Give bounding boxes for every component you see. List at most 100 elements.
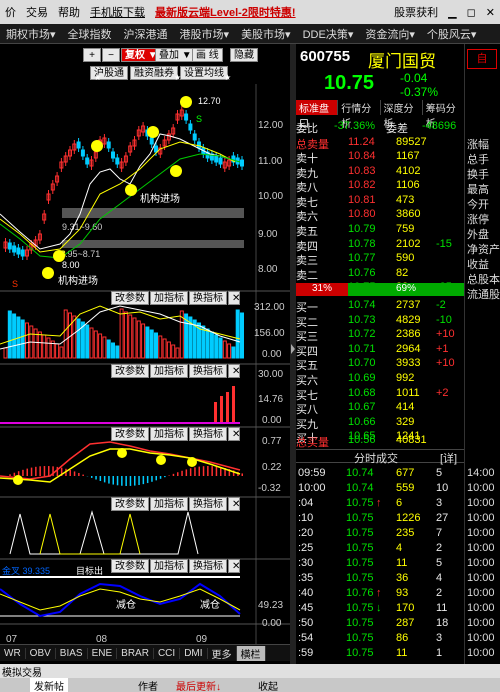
macd-add-indicator-button[interactable]: 加指标 <box>150 427 188 441</box>
tick-count: 7 <box>436 527 443 539</box>
buy-order-row[interactable]: 买三 10.72 2386 +10 <box>296 328 464 343</box>
sig-add-indicator-button[interactable]: 加指标 <box>150 497 188 511</box>
macd-switch-indicator-button[interactable]: 换指标 <box>189 427 227 441</box>
sell-signal-label: S <box>196 114 202 124</box>
high-price-label: 12.70 <box>198 96 221 106</box>
new-post-button[interactable]: 发新帖 <box>30 678 68 692</box>
buy-level-volume: 4829 <box>396 313 421 326</box>
buy-order-row[interactable]: 买五 10.70 3933 +10 <box>296 357 464 372</box>
sell-order-row[interactable]: 卖三 10.77 590 <box>296 252 464 267</box>
macd-bar <box>155 476 157 481</box>
menu-promo-link[interactable]: 最新版云端Level-2限时特惠! <box>150 4 301 20</box>
volume-bar <box>141 323 146 359</box>
kdj-edit-params-button[interactable]: 改参数 <box>111 559 149 573</box>
tab-ene[interactable]: ENE <box>88 647 118 659</box>
buy-level-volume: 2737 <box>396 299 421 311</box>
tab-obv[interactable]: OBV <box>26 647 56 659</box>
sell-order-row[interactable]: 卖六 10.80 3860 <box>296 208 464 223</box>
add-stock-button[interactable]: 自 <box>467 49 497 69</box>
buy-level-label: 买八 <box>296 404 318 417</box>
sig-close-button[interactable]: ✕ <box>228 497 240 511</box>
sell-level-label: 卖五 <box>296 226 318 238</box>
buy-level-label: 买六 <box>296 375 318 387</box>
buy-level-volume: 2964 <box>396 342 421 355</box>
close-icon[interactable]: ✕ <box>481 6 500 19</box>
sell-order-row[interactable]: 卖五 10.79 759 <box>296 223 464 238</box>
buy-order-row[interactable]: 买四 10.71 2964 +1 <box>296 342 464 358</box>
sell-order-row[interactable]: 卖十 10.84 1167 <box>296 150 464 165</box>
vol-add-indicator-button[interactable]: 加指标 <box>150 291 188 305</box>
macd-bar <box>198 466 200 476</box>
tab-more[interactable]: 更多 <box>208 645 237 661</box>
sig-switch-indicator-button[interactable]: 换指标 <box>189 497 227 511</box>
menu-stock-profit[interactable]: 股票获利 <box>389 4 443 20</box>
tab-stock-wind[interactable]: 个股风云▾ <box>421 26 483 42</box>
chart-area[interactable]: + − 复权 ▼ 叠加 ▼ 画 线 隐藏 沪股通 融资融券 设置均线 12.00… <box>0 44 290 664</box>
tab-fund-flow[interactable]: 资金流向▾ <box>359 26 421 42</box>
tab-options-market[interactable]: 期权市场▾ <box>0 26 62 42</box>
tab-hk-market[interactable]: 港股市场▾ <box>174 26 236 42</box>
kdj-add-indicator-button[interactable]: 加指标 <box>150 559 188 573</box>
tab-deep-analysis[interactable]: 深度分析 <box>379 100 422 130</box>
dde-add-indicator-button[interactable]: 加指标 <box>150 364 188 378</box>
buy-order-row[interactable]: 买二 10.73 4829 -10 <box>296 313 464 329</box>
tab-dde[interactable]: DDE决策▾ <box>297 26 360 42</box>
stat-label: 收益 <box>467 259 489 271</box>
stat-label: 流通股 <box>467 289 500 301</box>
tab-hk-connect[interactable]: 沪深港通 <box>118 26 174 42</box>
tab-dmi[interactable]: DMI <box>180 647 208 659</box>
tab-bias[interactable]: BIAS <box>56 647 88 659</box>
tab-cci[interactable]: CCI <box>154 647 181 659</box>
vol-close-button[interactable]: ✕ <box>228 291 240 305</box>
author-column[interactable]: 作者 <box>138 678 158 692</box>
buy-level-label: 买九 <box>296 418 318 431</box>
collapse-button[interactable]: 收起 <box>258 678 278 692</box>
sell-order-row[interactable]: 卖四 10.78 2102 -15 <box>296 238 464 253</box>
dde-edit-params-button[interactable]: 改参数 <box>111 364 149 378</box>
macd-bar <box>82 474 84 476</box>
tab-chip-analysis[interactable]: 筹码分析 <box>421 100 464 130</box>
vol-switch-indicator-button[interactable]: 换指标 <box>189 291 227 305</box>
sell-order-row[interactable]: 卖九 10.83 4102 <box>296 165 464 180</box>
sell-order-row[interactable]: 卖八 10.82 1106 <box>296 179 464 194</box>
macd-close-button[interactable]: ✕ <box>228 427 240 441</box>
maximize-icon[interactable]: ◻ <box>462 6 481 19</box>
minimize-icon[interactable]: ▁ <box>443 6 461 19</box>
buy-order-row[interactable]: 买六 10.69 992 <box>296 372 464 387</box>
tab-brar[interactable]: BRAR <box>117 647 154 659</box>
macd-bar <box>142 476 145 485</box>
sig-edit-params-button[interactable]: 改参数 <box>111 497 149 511</box>
weibi-label: 委比 <box>296 123 318 135</box>
macd-bar <box>129 476 132 486</box>
kdj-close-button[interactable]: ✕ <box>228 559 240 573</box>
menu-mobile-download[interactable]: 手机版下载 <box>85 4 150 20</box>
face-icon <box>170 165 182 177</box>
last-update-column[interactable]: 最后更新↓ <box>176 678 221 692</box>
tab-wr[interactable]: WR <box>0 647 26 659</box>
macd-edit-params-button[interactable]: 改参数 <box>111 427 149 441</box>
macd-bar <box>202 466 205 476</box>
simulated-trading-link[interactable]: 模拟交易 <box>2 664 42 679</box>
menu-help[interactable]: 帮助 <box>53 4 85 20</box>
tab-template[interactable]: 横栏 <box>236 645 266 661</box>
tab-standard-book[interactable]: 标准盘口 <box>296 100 338 130</box>
tab-us-market[interactable]: 美股市场▾ <box>235 26 297 42</box>
tab-quote-analysis[interactable]: 行情分析 <box>337 100 379 130</box>
dde-close-button[interactable]: ✕ <box>228 364 240 378</box>
buy-order-row[interactable]: 买八 10.67 414 <box>296 401 464 417</box>
menu-trade[interactable]: 交易 <box>21 4 53 20</box>
sell-order-row[interactable]: 卖二 10.76 82 <box>296 267 464 282</box>
buy-order-row[interactable]: 买一 10.74 2737 -2 <box>296 299 464 314</box>
volume-bar <box>85 324 90 359</box>
kdj-switch-indicator-button[interactable]: 换指标 <box>189 559 227 573</box>
dde-switch-indicator-button[interactable]: 换指标 <box>189 364 227 378</box>
ticks-detail-link[interactable]: [详] <box>440 450 457 466</box>
tab-global-index[interactable]: 全球指数 <box>62 26 118 42</box>
vol-edit-params-button[interactable]: 改参数 <box>111 291 149 305</box>
buy-order-row[interactable]: 买七 10.68 1011 +2 <box>296 387 464 402</box>
star-marker: ★ <box>174 73 181 82</box>
menu-price[interactable]: 价 <box>0 4 21 20</box>
sell-order-row[interactable]: 卖七 10.81 473 <box>296 194 464 209</box>
buy-order-row[interactable]: 买九 10.66 329 <box>296 416 464 431</box>
tick-row: :25 10.75 4 2 <box>296 542 464 555</box>
